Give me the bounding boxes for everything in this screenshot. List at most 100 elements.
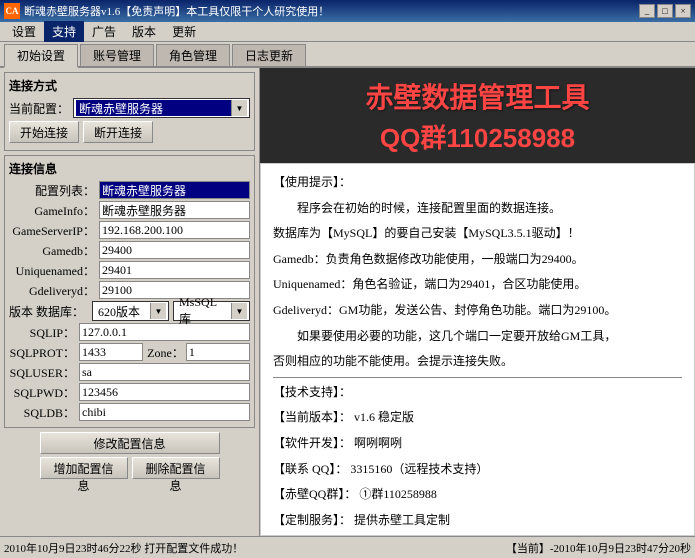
tab-log-update[interactable]: 日志更新 bbox=[232, 44, 306, 66]
version-combo[interactable]: 620版本 ▼ bbox=[92, 301, 169, 321]
disconnect-button[interactable]: 断开连接 bbox=[83, 121, 153, 143]
menu-version[interactable]: 版本 bbox=[124, 21, 164, 42]
app-icon: CA bbox=[4, 3, 20, 19]
chibi-qq-info: 【赤壁QQ群】： ①群110258988 bbox=[273, 484, 682, 506]
uniquenamed-value[interactable]: 29401 bbox=[99, 261, 250, 279]
sqlprot-row: SQLPROT： 1433 Zone： 1 bbox=[9, 343, 250, 361]
gamedb-value[interactable]: 29400 bbox=[99, 241, 250, 259]
sqldb-label: SQLDB： bbox=[9, 404, 79, 421]
menu-ads[interactable]: 广告 bbox=[84, 21, 124, 42]
dbtype-combo[interactable]: MsSQL库 ▼ bbox=[173, 301, 250, 321]
title-text: 断魂赤壁服务器v1.6【免责声明】本工具仅限干个人研究使用！ bbox=[24, 3, 329, 19]
tip5: Gdeliveryd：GM功能，发送公告、封停角色功能。端口为29100。 bbox=[273, 300, 682, 322]
version-arrow-icon[interactable]: ▼ bbox=[150, 303, 166, 319]
brand-title: 赤壁数据管理工具 bbox=[276, 76, 679, 116]
tab-account-mgmt[interactable]: 账号管理 bbox=[80, 44, 154, 66]
add-config-button[interactable]: 增加配置信息 bbox=[40, 457, 128, 479]
maximize-button[interactable]: □ bbox=[657, 4, 673, 18]
modify-btn-row: 修改配置信息 bbox=[4, 432, 255, 454]
sqlpwd-row: SQLPWD： 123456 bbox=[9, 383, 250, 401]
dbtype-arrow-icon[interactable]: ▼ bbox=[231, 303, 247, 319]
uniquenamed-row: Uniquenamed： 29401 bbox=[9, 261, 250, 279]
tip4: Uniquenamed：角色名验证，端口为29401，合区功能使用。 bbox=[273, 274, 682, 296]
tabs: 初始设置 账号管理 角色管理 日志更新 bbox=[0, 42, 695, 68]
right-panel: 赤壁数据管理工具 QQ群110258988 【使用提示】： 程序会在初始的时候，… bbox=[260, 68, 695, 536]
left-panel: 连接方式 当前配置： 断魂赤壁服务器 ▼ 开始连接 断开连接 连接信息 配置列表… bbox=[0, 68, 260, 536]
title-bar-left: CA 断魂赤壁服务器v1.6【免责声明】本工具仅限干个人研究使用！ bbox=[4, 3, 329, 19]
dbtype-value: MsSQL库 bbox=[176, 303, 231, 319]
gameserverip-label: GameServerIP： bbox=[9, 222, 99, 239]
sqlprot-value[interactable]: 1433 bbox=[79, 343, 143, 361]
gdeliveryd-label: Gdeliveryd： bbox=[9, 282, 99, 299]
menu-settings[interactable]: 设置 bbox=[4, 21, 44, 42]
tip6: 如果要使用必要的功能，这几个端口一定要开放给GM工具， bbox=[273, 326, 682, 348]
version-row: 版本 数据库： 620版本 ▼ MsSQL库 ▼ bbox=[9, 301, 250, 321]
qq-info: 【联系 QQ】： 3315160（远程技术支持） bbox=[273, 459, 682, 481]
sqldb-value[interactable]: chibi bbox=[79, 403, 250, 421]
gamedb-label: Gamedb： bbox=[9, 242, 99, 259]
tip3: Gamedb：负责角色数据修改功能使用，一般端口为29400。 bbox=[273, 249, 682, 271]
tip1: 程序会在初始的时候，连接配置里面的数据连接。 bbox=[273, 198, 682, 220]
minimize-button[interactable]: _ bbox=[639, 4, 655, 18]
version-label: 版本 数据库： bbox=[9, 303, 88, 320]
title-bar: CA 断魂赤壁服务器v1.6【免责声明】本工具仅限干个人研究使用！ _ □ × bbox=[0, 0, 695, 22]
dev-info: 【软件开发】： 啊咧啊咧 bbox=[273, 433, 682, 455]
combo-selected-value: 断魂赤壁服务器 bbox=[76, 100, 231, 116]
tab-initial-setup[interactable]: 初始设置 bbox=[4, 44, 78, 68]
modify-config-button[interactable]: 修改配置信息 bbox=[40, 432, 220, 454]
connection-info-title: 连接信息 bbox=[9, 160, 250, 177]
version-value: 620版本 bbox=[95, 303, 150, 319]
close-button[interactable]: × bbox=[675, 4, 691, 18]
uniquenamed-label: Uniquenamed： bbox=[9, 262, 99, 279]
sqluser-value[interactable]: sa bbox=[79, 363, 250, 381]
custom-label: 【定制服务】： bbox=[273, 513, 351, 527]
sqlip-label: SQLIP： bbox=[9, 324, 79, 341]
tips-title: 【使用提示】： bbox=[273, 172, 682, 194]
combo-arrow-icon[interactable]: ▼ bbox=[231, 100, 247, 116]
gameserverip-value[interactable]: 192.168.200.100 bbox=[99, 221, 250, 239]
current-config-row: 当前配置： 断魂赤壁服务器 ▼ bbox=[9, 98, 250, 118]
connection-section-title: 连接方式 bbox=[9, 77, 250, 94]
chibi-qq-value: ①群110258988 bbox=[359, 487, 437, 501]
sqluser-label: SQLUSER： bbox=[9, 364, 79, 381]
connect-buttons-row: 开始连接 断开连接 bbox=[9, 121, 250, 143]
tip7: 否则相应的功能不能使用。会提示连接失败。 bbox=[273, 351, 682, 373]
sqlpwd-value[interactable]: 123456 bbox=[79, 383, 250, 401]
qq-value: 3315160（远程技术支持） bbox=[350, 462, 488, 476]
gamedb-row: Gamedb： 29400 bbox=[9, 241, 250, 259]
menu-support[interactable]: 支持 bbox=[44, 21, 84, 42]
sqluser-row: SQLUSER： sa bbox=[9, 363, 250, 381]
current-config-combo[interactable]: 断魂赤壁服务器 ▼ bbox=[73, 98, 250, 118]
config-list-value[interactable]: 断魂赤壁服务器 bbox=[99, 181, 250, 199]
connection-info-section: 连接信息 配置列表： 断魂赤壁服务器 GameInfo： 断魂赤壁服务器 Gam… bbox=[4, 155, 255, 428]
connect-button[interactable]: 开始连接 bbox=[9, 121, 79, 143]
delete-config-button[interactable]: 删除配置信息 bbox=[132, 457, 220, 479]
zone-label: Zone： bbox=[147, 344, 184, 361]
brand-header: 赤壁数据管理工具 QQ群110258988 bbox=[260, 68, 695, 163]
gameserverip-row: GameServerIP： 192.168.200.100 bbox=[9, 221, 250, 239]
gameinfo-value[interactable]: 断魂赤壁服务器 bbox=[99, 201, 250, 219]
menu-bar: 设置 支持 广告 版本 更新 bbox=[0, 22, 695, 42]
divider bbox=[273, 377, 682, 378]
custom-info: 【定制服务】： 提供赤壁工具定制 bbox=[273, 510, 682, 532]
version-info: 【当前版本】： v1.6 稳定版 bbox=[273, 407, 682, 429]
add-delete-btn-row: 增加配置信息 删除配置信息 bbox=[4, 457, 255, 479]
qq-group-display: QQ群110258988 bbox=[276, 118, 679, 155]
dev-value: 啊咧啊咧 bbox=[354, 436, 402, 450]
gameinfo-row: GameInfo： 断魂赤壁服务器 bbox=[9, 201, 250, 219]
tip2: 数据库为【MySQL】的要自己安装【MySQL3.5.1驱动】！ bbox=[273, 223, 682, 245]
config-list-label: 配置列表： bbox=[9, 182, 99, 199]
gameinfo-label: GameInfo： bbox=[9, 202, 99, 219]
title-buttons[interactable]: _ □ × bbox=[639, 4, 691, 18]
chibi-qq-label: 【赤壁QQ群】： bbox=[273, 487, 356, 501]
zone-value[interactable]: 1 bbox=[186, 343, 250, 361]
menu-update[interactable]: 更新 bbox=[164, 21, 204, 42]
website-info: 【发布网站】： ： Http://Hi.BaiDu.Com/3315160 【点… bbox=[273, 535, 682, 536]
current-config-label: 当前配置： bbox=[9, 100, 69, 117]
tab-role-mgmt[interactable]: 角色管理 bbox=[156, 44, 230, 66]
version-label-r: 【当前版本】： bbox=[273, 410, 351, 424]
sqlpwd-label: SQLPWD： bbox=[9, 384, 79, 401]
connection-method-section: 连接方式 当前配置： 断魂赤壁服务器 ▼ 开始连接 断开连接 bbox=[4, 72, 255, 151]
dev-label: 【软件开发】： bbox=[273, 436, 351, 450]
status-bar: 2010年10月9日23时46分22秒 打开配置文件成功！ 【当前】-2010年… bbox=[0, 536, 695, 558]
